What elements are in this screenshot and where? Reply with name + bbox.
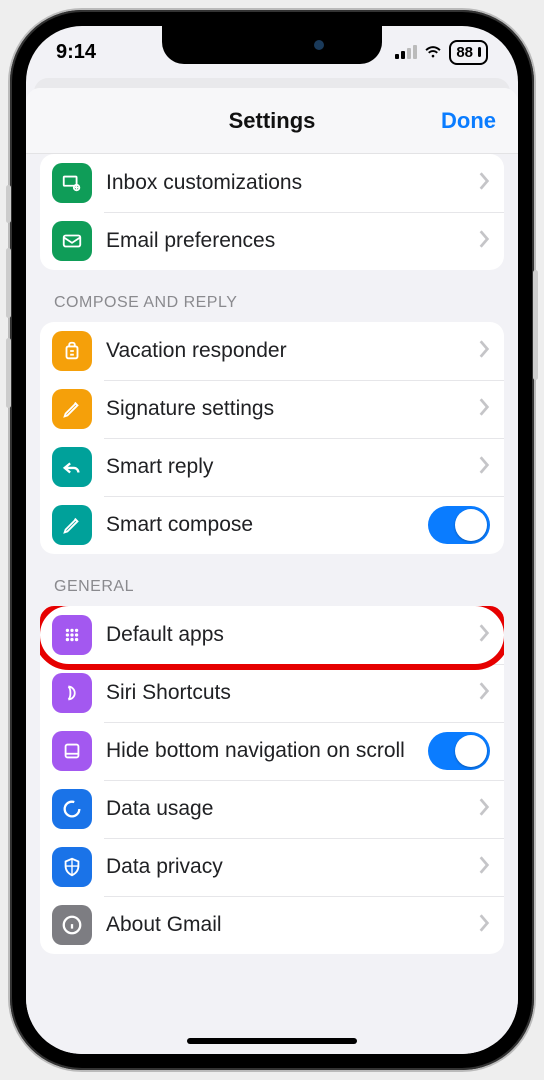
- compose-icon: [52, 505, 92, 545]
- status-time: 9:14: [56, 41, 96, 64]
- row-label: Hide bottom navigation on scroll: [106, 738, 428, 764]
- row-label: Smart compose: [106, 512, 428, 538]
- row-data-privacy[interactable]: Data privacy: [40, 838, 504, 896]
- mail-icon: [52, 221, 92, 261]
- row-smart-compose[interactable]: Smart compose: [40, 496, 504, 554]
- home-indicator[interactable]: [187, 1038, 357, 1044]
- bottom-nav-icon: [52, 731, 92, 771]
- row-about-gmail[interactable]: About Gmail: [40, 896, 504, 954]
- pen-icon: [52, 389, 92, 429]
- mute-switch: [6, 185, 11, 223]
- wifi-icon: [423, 42, 443, 62]
- row-email-preferences[interactable]: Email preferences: [40, 212, 504, 270]
- row-label: Signature settings: [106, 396, 470, 422]
- cell-signal-icon: [395, 45, 417, 59]
- reply-icon: [52, 447, 92, 487]
- volume-down: [6, 338, 11, 408]
- chevron-right-icon: [470, 681, 490, 706]
- chevron-right-icon: [470, 855, 490, 880]
- row-label: Siri Shortcuts: [106, 680, 470, 706]
- hide-bottom-nav-toggle[interactable]: [428, 732, 490, 770]
- row-vacation-responder[interactable]: Vacation responder: [40, 322, 504, 380]
- data-usage-icon: [52, 789, 92, 829]
- row-label: Data privacy: [106, 854, 470, 880]
- row-label: About Gmail: [106, 912, 470, 938]
- row-label: Data usage: [106, 796, 470, 822]
- row-signature-settings[interactable]: Signature settings: [40, 380, 504, 438]
- done-button[interactable]: Done: [441, 108, 496, 134]
- chevron-right-icon: [470, 397, 490, 422]
- section-header-compose: COMPOSE AND REPLY: [40, 270, 504, 322]
- section-header-general: GENERAL: [40, 554, 504, 606]
- navbar: Settings Done: [26, 88, 518, 154]
- settings-sheet: Settings Done Inbox customizations: [26, 88, 518, 1054]
- row-label: Inbox customizations: [106, 170, 470, 196]
- smart-compose-toggle[interactable]: [428, 506, 490, 544]
- chevron-right-icon: [470, 229, 490, 254]
- apps-grid-icon: [52, 615, 92, 655]
- phone-frame: 9:14 88 Settings Done: [10, 10, 534, 1070]
- row-smart-reply[interactable]: Smart reply: [40, 438, 504, 496]
- row-label: Default apps: [106, 622, 470, 648]
- chevron-right-icon: [470, 797, 490, 822]
- battery-indicator: 88: [449, 40, 488, 65]
- notch: [162, 26, 382, 64]
- chevron-right-icon: [470, 171, 490, 196]
- page-title: Settings: [229, 108, 316, 134]
- row-label: Email preferences: [106, 228, 470, 254]
- row-label: Vacation responder: [106, 338, 470, 364]
- group-mail: Inbox customizations Email preferences: [40, 154, 504, 270]
- settings-content[interactable]: Inbox customizations Email preferences C…: [26, 154, 518, 1054]
- group-general: Default apps Siri Shortcuts: [40, 606, 504, 954]
- shield-icon: [52, 847, 92, 887]
- row-label: Smart reply: [106, 454, 470, 480]
- row-hide-bottom-nav[interactable]: Hide bottom navigation on scroll: [40, 722, 504, 780]
- luggage-icon: [52, 331, 92, 371]
- row-inbox-customizations[interactable]: Inbox customizations: [40, 154, 504, 212]
- inbox-icon: [52, 163, 92, 203]
- chevron-right-icon: [470, 455, 490, 480]
- chevron-right-icon: [470, 339, 490, 364]
- power-button: [533, 270, 538, 380]
- row-siri-shortcuts[interactable]: Siri Shortcuts: [40, 664, 504, 722]
- screen: 9:14 88 Settings Done: [26, 26, 518, 1054]
- siri-icon: [52, 673, 92, 713]
- info-icon: [52, 905, 92, 945]
- row-data-usage[interactable]: Data usage: [40, 780, 504, 838]
- group-compose: Vacation responder Signature settings: [40, 322, 504, 554]
- chevron-right-icon: [470, 913, 490, 938]
- row-default-apps[interactable]: Default apps: [40, 606, 504, 664]
- volume-up: [6, 248, 11, 318]
- chevron-right-icon: [470, 623, 490, 648]
